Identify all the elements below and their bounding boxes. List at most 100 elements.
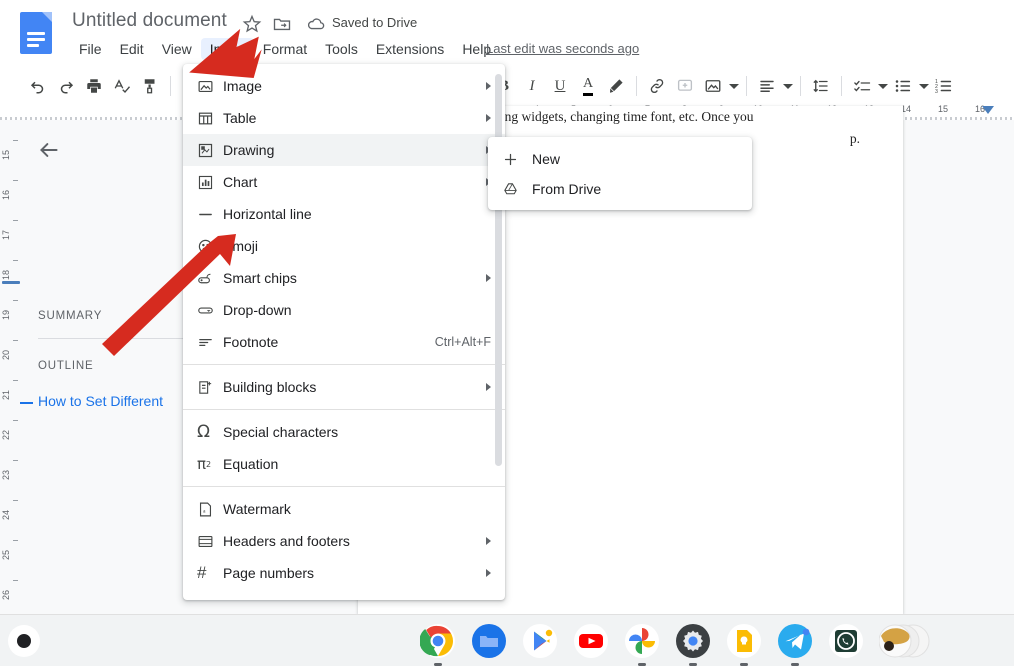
vruler-tick-label: 15	[1, 149, 11, 160]
vertical-ruler[interactable]: 15 16 17 18 19 20 21 22 23 24 25 26 27	[0, 120, 22, 614]
insert-menu-item-footnote[interactable]: Footnote Ctrl+Alt+F	[183, 326, 505, 358]
menu-item-insert[interactable]: Insert	[200, 38, 254, 60]
underline-button[interactable]: U	[546, 72, 574, 100]
insert-menu-item-table[interactable]: Table	[183, 102, 505, 134]
insert-menu-item-horizontal-line[interactable]: Horizontal line	[183, 198, 505, 230]
submenu-arrow-icon	[486, 82, 491, 90]
redo-icon[interactable]	[52, 72, 80, 100]
plus-icon	[502, 151, 532, 168]
numbered-list-icon[interactable]: 1 2 3	[930, 72, 958, 100]
insert-menu-label: Headers and footers	[223, 533, 350, 549]
google-docs-window: Untitled document Saved to Drive File Ed…	[0, 0, 1014, 666]
insert-menu-label: Drawing	[223, 142, 275, 158]
vruler-tick-label: 18	[1, 269, 11, 280]
text-color-button[interactable]: A	[574, 72, 602, 100]
toolbar-divider	[800, 76, 801, 96]
insert-menu-scrollbar[interactable]	[495, 74, 502, 466]
shelf-app-files[interactable]	[471, 623, 507, 659]
drawing-submenu-item-from-drive[interactable]: From Drive	[488, 174, 752, 204]
insert-menu-label: Horizontal line	[223, 206, 312, 222]
text-color-letter: A	[582, 76, 594, 96]
shelf-app-play-store[interactable]	[522, 623, 558, 659]
watermark-icon: a	[197, 501, 223, 518]
footnote-icon	[197, 334, 223, 351]
image-icon	[197, 78, 223, 95]
shelf-app-telegram[interactable]	[777, 623, 813, 659]
doc-icon-line	[27, 38, 45, 41]
submenu-arrow-icon	[486, 537, 491, 545]
star-icon[interactable]	[242, 14, 262, 34]
shelf-app-settings[interactable]	[675, 623, 711, 659]
cloud-saved-icon[interactable]	[306, 14, 326, 34]
submenu-arrow-icon	[486, 569, 491, 577]
line-spacing-icon[interactable]	[807, 72, 835, 100]
shelf-app-photos[interactable]	[624, 623, 660, 659]
print-icon[interactable]	[80, 72, 108, 100]
insert-menu-item-smart-chips[interactable]: Smart chips	[183, 262, 505, 294]
checklist-icon[interactable]	[848, 72, 876, 100]
vruler-tick-label: 23	[1, 469, 11, 480]
drawing-submenu-item-new[interactable]: New	[488, 144, 752, 174]
outline-item-heading[interactable]: How to Set Different	[20, 393, 163, 409]
building-blocks-icon	[197, 379, 223, 396]
chromeos-shelf	[0, 614, 1014, 666]
insert-menu-label: Smart chips	[223, 270, 297, 286]
submenu-arrow-icon	[486, 274, 491, 282]
page-numbers-icon: #	[197, 563, 207, 582]
launcher-button[interactable]	[8, 625, 40, 657]
menu-bar: File Edit View Insert Format Tools Exten…	[70, 38, 500, 60]
paint-format-icon[interactable]	[136, 72, 164, 100]
menu-item-view[interactable]: View	[153, 38, 201, 60]
link-icon[interactable]	[643, 72, 671, 100]
checklist-chevron-down-icon[interactable]	[876, 72, 889, 100]
insert-menu-shortcut: Ctrl+Alt+F	[434, 335, 491, 349]
insert-menu-item-image[interactable]: Image	[183, 70, 505, 102]
document-title[interactable]: Untitled document	[72, 10, 227, 32]
shelf-app-whatsapp[interactable]	[828, 623, 864, 659]
ruler-tick-label: 15	[938, 104, 949, 114]
insert-menu-item-drawing[interactable]: Drawing	[183, 134, 505, 166]
menu-item-tools[interactable]: Tools	[316, 38, 367, 60]
shelf-app-chrome[interactable]	[419, 623, 456, 659]
back-arrow-icon[interactable]	[36, 137, 62, 163]
bulleted-list-icon[interactable]	[889, 72, 917, 100]
menu-item-file[interactable]: File	[70, 38, 111, 60]
insert-menu-item-chart[interactable]: Chart	[183, 166, 505, 198]
bulleted-list-chevron-down-icon[interactable]	[917, 72, 930, 100]
align-chevron-down-icon[interactable]	[781, 72, 794, 100]
top-margin-marker[interactable]	[2, 281, 20, 284]
move-to-folder-icon[interactable]	[272, 14, 292, 34]
shelf-app-avatar[interactable]	[878, 623, 930, 659]
vruler-tick-label: 20	[1, 349, 11, 360]
comment-icon[interactable]	[671, 72, 699, 100]
doc-icon-fold	[42, 12, 52, 22]
vruler-tick-label: 24	[1, 509, 11, 520]
insert-menu-item-page-numbers[interactable]: # Page numbers	[183, 557, 505, 589]
menu-item-format[interactable]: Format	[254, 38, 316, 60]
last-edit-link[interactable]: Last edit was seconds ago	[486, 41, 639, 56]
svg-text:a: a	[203, 508, 206, 514]
right-indent-marker[interactable]	[982, 106, 994, 114]
image-icon[interactable]	[699, 72, 727, 100]
outline-item-dash	[20, 402, 33, 404]
insert-menu-item-drop-down[interactable]: Drop-down	[183, 294, 505, 326]
highlight-pen-icon[interactable]	[602, 72, 630, 100]
chart-icon	[197, 174, 223, 191]
align-left-icon[interactable]	[753, 72, 781, 100]
spellcheck-icon[interactable]	[108, 72, 136, 100]
insert-menu-item-headers-and-footers[interactable]: Headers and footers	[183, 525, 505, 557]
insert-menu-item-equation[interactable]: π2 Equation	[183, 448, 505, 480]
shelf-app-youtube[interactable]	[573, 623, 609, 659]
horizontal-line-icon	[197, 206, 223, 223]
menu-item-extensions[interactable]: Extensions	[367, 38, 453, 60]
italic-button[interactable]: I	[518, 72, 546, 100]
insert-menu-item-watermark[interactable]: a Watermark	[183, 493, 505, 525]
submenu-arrow-icon	[486, 383, 491, 391]
insert-menu-item-building-blocks[interactable]: Building blocks	[183, 371, 505, 403]
image-options-chevron-down-icon[interactable]	[727, 72, 740, 100]
shelf-app-keep[interactable]	[726, 623, 762, 659]
insert-menu-item-emoji[interactable]: Emoji	[183, 230, 505, 262]
undo-icon[interactable]	[24, 72, 52, 100]
menu-item-edit[interactable]: Edit	[111, 38, 153, 60]
insert-menu-item-special-characters[interactable]: Ω Special characters	[183, 416, 505, 448]
